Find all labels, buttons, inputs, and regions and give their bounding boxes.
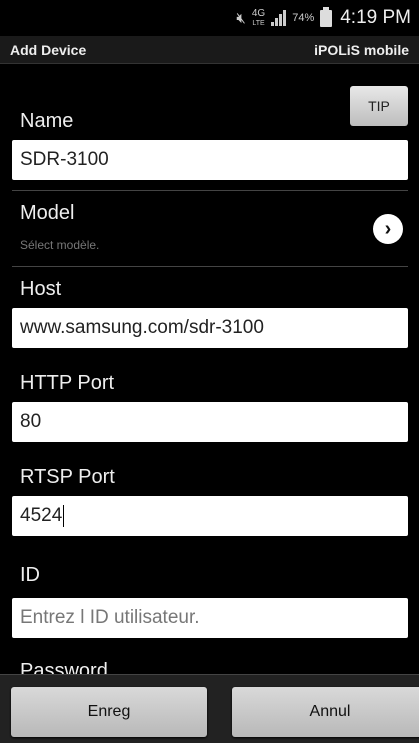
network-subtype-label: LTE — [252, 19, 265, 27]
battery-percent: 74% — [292, 12, 315, 24]
clock: 4:19 PM — [340, 7, 411, 28]
save-button[interactable]: Enreg — [11, 687, 207, 737]
host-label: Host — [20, 278, 62, 300]
bottom-action-bar: Enreg Annul — [0, 674, 419, 743]
network-type-label: 4G — [251, 7, 266, 19]
name-label: Name — [20, 110, 74, 132]
rtsp-port-field[interactable]: 4524 — [12, 496, 408, 536]
divider — [12, 190, 408, 191]
text-cursor — [63, 505, 65, 527]
http-port-label: HTTP Port — [20, 372, 115, 394]
mute-icon: 🔇︎ — [236, 9, 246, 27]
rtsp-port-value: 4524 — [20, 505, 63, 526]
model-label[interactable]: Model — [20, 202, 74, 225]
network-type-icon: 4G LTE — [251, 7, 266, 28]
password-label: Password — [20, 660, 108, 674]
chevron-right-icon[interactable]: › — [373, 214, 403, 244]
cancel-button[interactable]: Annul — [232, 687, 419, 737]
battery-icon — [320, 6, 333, 27]
host-field[interactable]: www.samsung.com/sdr-3100 — [12, 308, 408, 348]
id-field[interactable]: Entrez l ID utilisateur. — [12, 598, 408, 638]
app-bar: Add Device iPOLiS mobile — [0, 36, 419, 64]
id-label: ID — [20, 564, 40, 586]
tip-button[interactable]: TIP — [350, 86, 408, 126]
divider — [12, 266, 408, 267]
http-port-field[interactable]: 80 — [12, 402, 408, 442]
add-device-form[interactable]: TIP Name SDR-3100 Model Sélect modèle. ›… — [0, 64, 419, 674]
name-field[interactable]: SDR-3100 — [12, 140, 408, 180]
page-title: Add Device — [10, 41, 87, 58]
app-brand: iPOLiS mobile — [314, 41, 409, 58]
signal-icon — [271, 10, 287, 26]
status-bar: 🔇︎ 4G LTE 74% 4:19 PM — [0, 0, 419, 36]
model-hint: Sélect modèle. — [20, 238, 100, 252]
rtsp-port-label: RTSP Port — [20, 466, 115, 488]
